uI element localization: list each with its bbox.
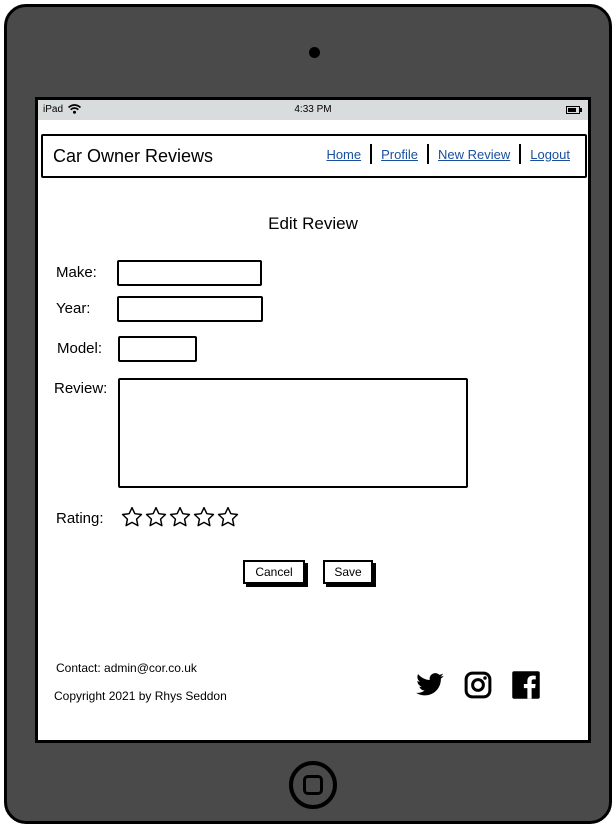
rating-stars [121, 506, 239, 528]
camera-dot [309, 47, 320, 58]
footer-contact: Contact: admin@cor.co.uk [56, 661, 197, 675]
nav-link-new-review[interactable]: New Review [429, 147, 519, 162]
brand-title[interactable]: Car Owner Reviews [53, 136, 213, 176]
instagram-icon[interactable] [463, 670, 493, 700]
clock: 4:33 PM [294, 104, 332, 115]
page-title: Edit Review [268, 214, 358, 233]
home-button[interactable] [289, 761, 337, 809]
nav-link-home[interactable]: Home [317, 147, 370, 162]
cancel-button[interactable]: Cancel [243, 560, 305, 584]
rating-star-icon[interactable] [169, 506, 191, 528]
model-input[interactable] [118, 336, 197, 362]
rating-star-icon[interactable] [145, 506, 167, 528]
navbar: Car Owner Reviews Home Profile New Revie… [41, 134, 587, 178]
tablet-frame: iPad 4:33 PM Car Owner Reviews Home Prof… [4, 4, 612, 824]
facebook-icon[interactable] [511, 670, 541, 700]
rating-star-icon[interactable] [121, 506, 143, 528]
review-label: Review: [54, 380, 108, 397]
nav-links: Home Profile New Review Logout [317, 144, 579, 164]
make-input[interactable] [117, 260, 262, 286]
footer-copyright: Copyright 2021 by Rhys Seddon [54, 689, 227, 703]
nav-link-profile[interactable]: Profile [372, 147, 427, 162]
year-input[interactable] [117, 296, 263, 322]
make-label: Make: [56, 264, 97, 281]
year-label: Year: [56, 300, 91, 317]
model-label: Model: [57, 340, 103, 357]
battery-icon [566, 106, 582, 114]
rating-star-icon[interactable] [217, 506, 239, 528]
status-bar: iPad 4:33 PM [38, 100, 588, 120]
twitter-icon[interactable] [415, 670, 445, 700]
home-button-square-icon [303, 775, 323, 795]
screen: iPad 4:33 PM Car Owner Reviews Home Prof… [35, 97, 591, 743]
save-button[interactable]: Save [323, 560, 373, 584]
review-textarea[interactable] [118, 378, 468, 488]
rating-star-icon[interactable] [193, 506, 215, 528]
rating-label: Rating: [56, 510, 104, 527]
nav-link-logout[interactable]: Logout [521, 147, 579, 162]
